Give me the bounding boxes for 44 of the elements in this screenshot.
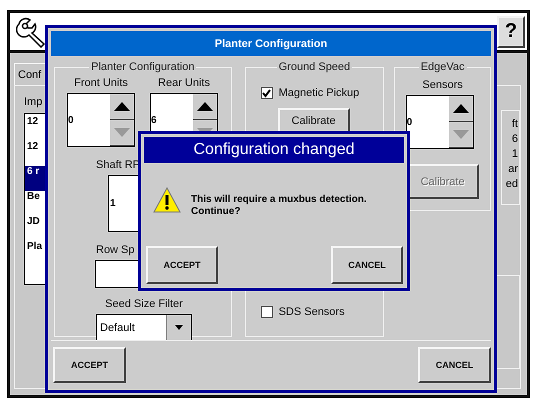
field-label: Seed Size Filter <box>105 298 183 310</box>
cancel-button[interactable]: CANCEL <box>331 246 403 284</box>
up-triangle-icon <box>452 104 469 113</box>
list-label: Imp <box>24 96 44 108</box>
number-spinner[interactable]: 0 <box>67 93 135 147</box>
checkbox-label: Magnetic Pickup <box>278 87 360 99</box>
dialog-title: Planter Configuration <box>51 31 491 56</box>
spinner-value: 0 <box>406 116 414 128</box>
down-triangle-icon <box>452 130 469 139</box>
field-label: Row Sp <box>96 244 135 256</box>
caret-icon <box>175 325 183 330</box>
checkbox[interactable] <box>260 87 273 99</box>
spinner-value: 0 <box>68 114 75 126</box>
number-spinner[interactable]: 0 <box>406 95 474 149</box>
increment-button[interactable] <box>448 96 473 122</box>
info-text: ar <box>508 162 518 177</box>
group-title: Planter Configuration <box>90 61 196 73</box>
help-button[interactable]: ? <box>497 16 525 48</box>
accept-button[interactable]: ACCEPT <box>53 347 126 383</box>
up-triangle-icon <box>114 102 130 111</box>
wrench-icon <box>16 16 48 48</box>
seed-size-dropdown[interactable]: Default <box>96 314 192 341</box>
spinner-label: Rear Units <box>158 77 210 89</box>
info-text: 6 <box>512 132 518 147</box>
increment-button[interactable] <box>110 94 134 120</box>
warning-icon <box>153 187 181 213</box>
confirmation-message: This will require a muxbus detection. Continue? <box>191 194 367 218</box>
up-triangle-icon <box>197 102 213 111</box>
cancel-button[interactable]: CANCEL <box>418 347 491 383</box>
info-text: ft <box>512 117 518 132</box>
checkbox-label: SDS Sensors <box>278 306 345 318</box>
tab[interactable]: Conf <box>14 63 46 85</box>
accept-button[interactable]: ACCEPT <box>146 246 218 284</box>
info-text: 1 <box>512 147 518 162</box>
group-title: Ground Speed <box>278 61 352 73</box>
down-triangle-icon <box>114 128 130 137</box>
group-title: EdgeVac <box>420 61 466 73</box>
spinner-value: 6 <box>151 114 158 126</box>
info-text: ed <box>506 177 518 192</box>
checkbox[interactable] <box>260 306 273 318</box>
increment-button[interactable] <box>193 94 217 120</box>
spinner-label: Sensors <box>422 79 463 91</box>
spinner-label: Front Units <box>74 77 128 89</box>
dialog-title: Configuration changed <box>144 137 404 163</box>
